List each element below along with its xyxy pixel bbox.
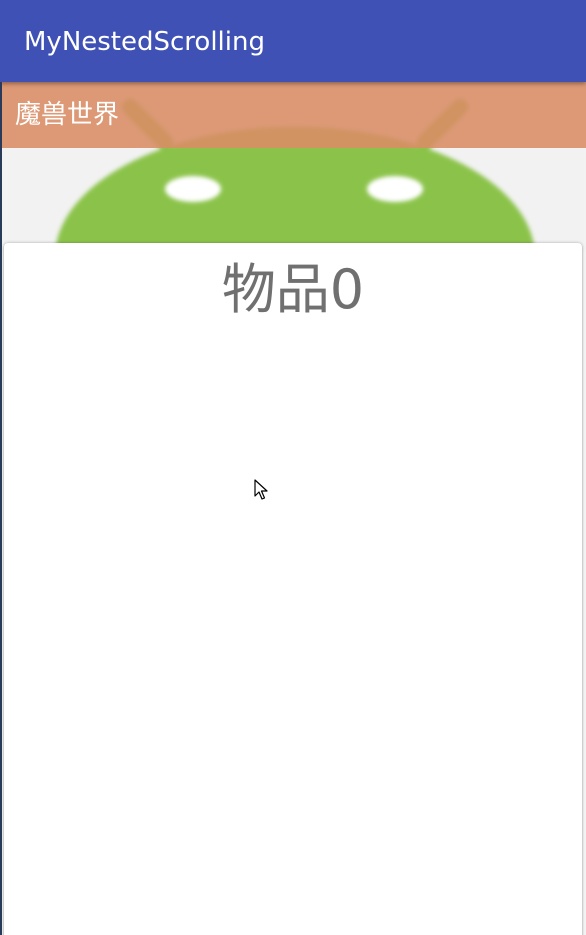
left-edge-divider <box>0 82 2 935</box>
app-title: MyNestedScrolling <box>24 27 265 57</box>
item-card[interactable]: 物品0 <box>4 243 582 935</box>
app-bar: MyNestedScrolling <box>0 0 586 82</box>
item-title: 物品0 <box>221 258 365 321</box>
app-screen: MyNestedScrolling 魔兽世界 物品0 <box>0 0 586 935</box>
header-banner: 魔兽世界 <box>0 82 586 148</box>
mouse-pointer-icon <box>254 479 268 501</box>
banner-title: 魔兽世界 <box>15 100 120 130</box>
